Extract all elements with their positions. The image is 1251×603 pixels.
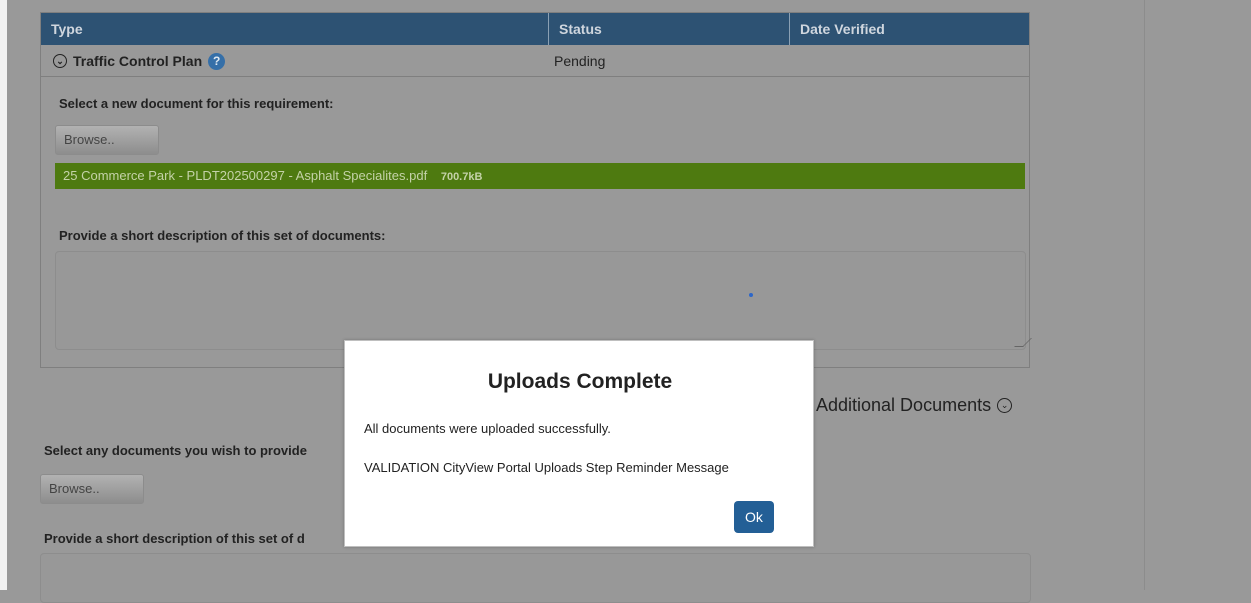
collapse-chevron-icon[interactable]: ⌄ [53, 54, 67, 68]
dialog-reminder: VALIDATION CityView Portal Uploads Step … [364, 460, 729, 475]
expand-chevron-icon: ⌄ [997, 398, 1013, 413]
row-status: Pending [554, 53, 606, 69]
description-textarea[interactable] [55, 251, 1032, 350]
right-panel-divider [1144, 0, 1145, 590]
left-edge-strip [0, 0, 7, 590]
file-name: 25 Commerce Park - PLDT202500297 - Aspha… [63, 168, 428, 183]
description-label: Provide a short description of this set … [59, 228, 386, 243]
additional-description-textarea[interactable] [40, 553, 1031, 603]
dialog-message: All documents were uploaded successfully… [364, 421, 611, 436]
dialog-title: Uploads Complete [487, 370, 673, 393]
help-icon[interactable]: ? [208, 52, 226, 70]
uploaded-file-bar: 25 Commerce Park - PLDT202500297 - Aspha… [55, 163, 1025, 189]
file-size: 700.7kB [440, 171, 483, 183]
uploads-complete-dialog: Uploads Complete All documents were uplo… [344, 340, 814, 547]
browse-button[interactable]: Browse.. [55, 125, 159, 155]
additional-description-label: Provide a short description of this set … [44, 531, 305, 546]
table-row: ⌄ Traffic Control Plan ? Pending [41, 45, 1029, 77]
additional-select-label: Select any documents you wish to provide [44, 443, 307, 458]
additional-browse-button[interactable]: Browse.. [40, 474, 144, 504]
loading-dot [749, 293, 753, 297]
select-document-label: Select a new document for this requireme… [59, 96, 334, 111]
row-type-cell: ⌄ Traffic Control Plan ? [53, 45, 226, 77]
header-date-verified: Date Verified [789, 13, 1029, 45]
table-header: Type Status Date Verified [41, 13, 1029, 45]
additional-documents-toggle[interactable]: Additional Documents ⌄ [816, 395, 1013, 416]
ok-button[interactable]: Ok [734, 501, 774, 533]
additional-documents-heading: Additional Documents [816, 395, 992, 415]
requirement-name: Traffic Control Plan [73, 53, 203, 69]
header-type: Type [51, 21, 83, 37]
header-status: Status [548, 13, 789, 45]
